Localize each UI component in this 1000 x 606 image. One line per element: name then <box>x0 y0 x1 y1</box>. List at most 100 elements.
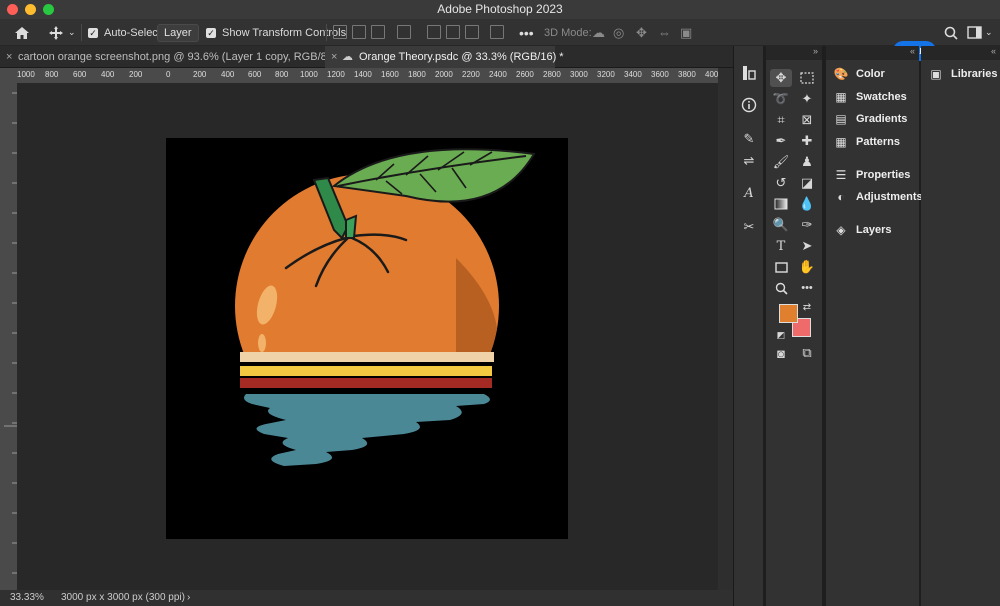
align-bottom-icon[interactable] <box>465 25 479 39</box>
character-icon[interactable]: A <box>738 184 760 202</box>
close-window-button[interactable] <box>7 4 18 15</box>
tab-orange-theory[interactable]: × ☁ Orange Theory.psdc @ 33.3% (RGB/16) … <box>325 46 564 68</box>
ruler-tick-label: 2600 <box>516 70 534 79</box>
panel-gradients[interactable]: ▤ Gradients <box>834 110 907 128</box>
auto-select-dropdown[interactable]: Layer <box>157 19 199 46</box>
status-arrow-icon[interactable]: › <box>187 590 190 606</box>
default-colors-icon[interactable]: ◩ <box>770 326 792 344</box>
workspace-icon[interactable]: ⌄ <box>967 19 993 46</box>
close-tab-icon[interactable]: × <box>6 46 12 68</box>
ruler-tick-label: 400 <box>221 70 235 79</box>
panel-adjustments[interactable]: ◐ Adjustments <box>834 188 922 206</box>
marquee-tool-icon[interactable] <box>796 69 818 87</box>
quick-mask-icon[interactable]: ◙ <box>770 344 792 362</box>
align-top-icon[interactable] <box>427 25 441 39</box>
zoom-level[interactable]: 33.33% <box>10 590 44 606</box>
panel-icon-strip: ✎ ⇌ A ✂ <box>733 46 763 606</box>
eyedropper-icon[interactable]: ✒ <box>770 132 792 150</box>
chevron-down-icon[interactable]: ⌄ <box>68 27 76 38</box>
3d-pan-icon[interactable]: ✥ <box>636 19 647 46</box>
collapse-tools-icon[interactable]: » <box>766 46 822 60</box>
auto-select-option[interactable]: ✓ Auto-Select: <box>88 19 164 46</box>
swap-colors-icon[interactable]: ⇄ <box>796 298 818 316</box>
align-left-icon[interactable] <box>333 25 347 39</box>
ruler-tick-label: 2400 <box>489 70 507 79</box>
collapse-panels-icon[interactable]: « <box>826 46 919 60</box>
move-tool-icon[interactable]: ✥ <box>770 69 792 87</box>
hand-tool-icon[interactable]: ✋ <box>796 258 818 276</box>
lasso-tool-icon[interactable]: ➰ <box>770 90 792 108</box>
transform-controls-checkbox[interactable]: ✓ <box>206 27 216 38</box>
more-tools-icon[interactable]: ••• <box>796 279 818 297</box>
align-center-icon[interactable] <box>352 25 366 39</box>
panel-properties[interactable]: ☰ Properties <box>834 166 911 184</box>
more-options-icon[interactable]: ••• <box>519 19 534 46</box>
cloud-document-icon: ☁ <box>342 51 353 63</box>
auto-select-value[interactable]: Layer <box>157 23 199 42</box>
magic-wand-icon[interactable]: ✦ <box>796 90 818 108</box>
history-brush-icon[interactable]: ↺ <box>770 174 792 192</box>
ruler-tick-label: 400 <box>101 70 115 79</box>
clone-stamp-icon[interactable]: ♟ <box>796 153 818 171</box>
home-icon[interactable] <box>14 19 30 46</box>
type-tool-icon[interactable]: T <box>770 237 792 255</box>
chevron-down-icon[interactable]: ⌄ <box>985 27 993 38</box>
foreground-color-swatch[interactable] <box>779 304 798 323</box>
document-canvas[interactable] <box>166 138 568 539</box>
pen-tool-icon[interactable]: ✑ <box>796 216 818 234</box>
tab-cartoon-orange[interactable]: × cartoon orange screenshot.png @ 93.6% … <box>0 46 342 68</box>
maximize-window-button[interactable] <box>43 4 54 15</box>
move-tool-icon[interactable]: ⌄ <box>48 19 76 46</box>
info-icon[interactable] <box>738 96 760 114</box>
minimize-window-button[interactable] <box>25 4 36 15</box>
zoom-tool-icon[interactable] <box>770 279 792 297</box>
align-middle-icon[interactable] <box>446 25 460 39</box>
ruler-tick-label: 3800 <box>678 70 696 79</box>
screen-mode-icon[interactable]: ⧉ <box>796 344 818 362</box>
brushes-icon[interactable]: ✎ <box>738 130 760 148</box>
adjustments-icon: ◐ <box>837 190 845 204</box>
ruler-tick-label: 200 <box>129 70 143 79</box>
crop-tool-icon[interactable]: ⌗ <box>770 111 792 129</box>
3d-roll-icon[interactable]: ◎ <box>613 19 624 46</box>
libraries-icon: ▣ <box>930 67 942 81</box>
history-icon[interactable] <box>738 64 760 82</box>
tool-presets-icon[interactable]: ✂ <box>738 218 760 236</box>
close-tab-icon[interactable]: × <box>331 46 337 68</box>
distribute-vertical-icon[interactable] <box>490 25 504 39</box>
healing-brush-icon[interactable]: ✚ <box>796 132 818 150</box>
swatches-icon: ▦ <box>835 90 847 104</box>
path-selection-icon[interactable]: ➤ <box>796 237 818 255</box>
align-right-icon[interactable] <box>371 25 385 39</box>
panels-column: 🎨 Color ▦ Swatches ▤ Gradients ▦ Pattern… <box>826 60 923 606</box>
panel-patterns[interactable]: ▦ Patterns <box>834 133 900 151</box>
frame-tool-icon[interactable]: ⊠ <box>796 111 818 129</box>
auto-select-checkbox[interactable]: ✓ <box>88 27 98 38</box>
blur-tool-icon[interactable]: 💧 <box>796 195 818 213</box>
rectangle-tool-icon[interactable] <box>770 258 792 276</box>
brush-tool-icon[interactable]: 🖌 <box>770 153 792 171</box>
panel-swatches[interactable]: ▦ Swatches <box>834 88 906 106</box>
panel-color[interactable]: 🎨 Color <box>834 65 885 83</box>
vertical-ruler[interactable] <box>0 83 17 590</box>
3d-slide-icon[interactable]: ⇔ <box>658 19 671 46</box>
distribute-icon[interactable] <box>397 25 411 39</box>
window-title: Adobe Photoshop 2023 <box>437 2 563 16</box>
panel-layers[interactable]: ◈ Layers <box>834 221 891 239</box>
3d-orbit-icon[interactable]: ☁ <box>592 19 605 46</box>
gradient-tool-icon[interactable] <box>770 195 792 213</box>
3d-scale-icon[interactable]: ▣ <box>680 19 692 46</box>
ruler-tick-label: 1200 <box>327 70 345 79</box>
brush-settings-icon[interactable]: ⇌ <box>738 152 760 170</box>
eraser-icon[interactable]: ◪ <box>796 174 818 192</box>
horizontal-ruler[interactable]: 1000 800 600 400 200 0 200 400 600 800 1… <box>17 68 718 83</box>
search-icon[interactable] <box>944 19 958 46</box>
ruler-tick-label: 800 <box>275 70 289 79</box>
ruler-tick-label: 1000 <box>300 70 318 79</box>
title-bar: Adobe Photoshop 2023 <box>0 0 1000 19</box>
panel-libraries[interactable]: ▣ Libraries <box>929 65 997 83</box>
panel-label: Color <box>856 68 885 80</box>
dodge-tool-icon[interactable]: 🔍 <box>770 216 792 234</box>
collapse-libraries-icon[interactable]: « <box>921 46 1000 60</box>
vertical-scrollbar[interactable] <box>718 68 733 590</box>
